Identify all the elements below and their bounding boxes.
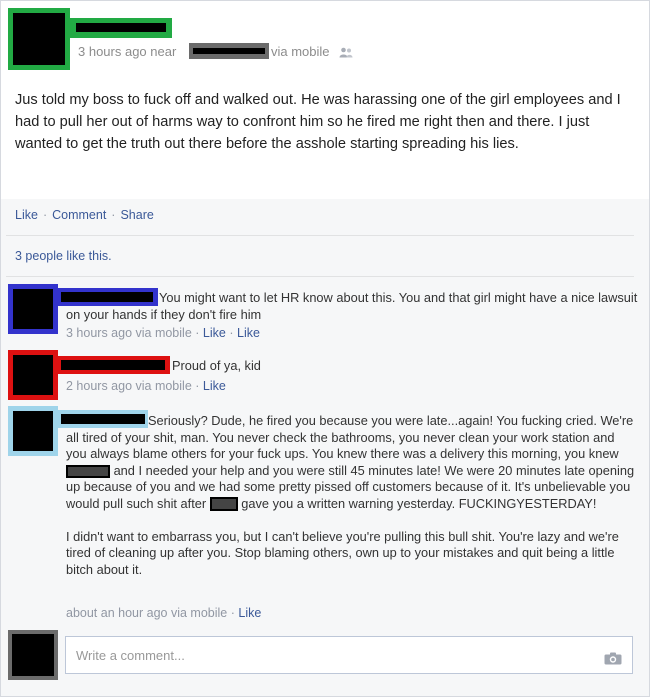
poster-avatar[interactable] xyxy=(8,8,70,70)
post-meta: 3 hours ago near xyxy=(78,44,176,59)
divider xyxy=(6,235,634,236)
comment-input[interactable] xyxy=(74,647,578,664)
poster-name-redaction[interactable] xyxy=(70,18,172,38)
comment-avatar[interactable] xyxy=(8,406,58,456)
comment-like-link[interactable]: Like xyxy=(203,379,226,393)
separator: · xyxy=(230,606,235,620)
comment-3-text: Seriously? Dude, he fired you because yo… xyxy=(66,413,636,578)
location-redaction[interactable] xyxy=(189,43,269,59)
comment-composer[interactable] xyxy=(65,636,633,674)
like-link[interactable]: Like xyxy=(15,208,38,222)
comment-time[interactable]: 2 hours ago via mobile xyxy=(66,379,192,393)
separator: · xyxy=(111,208,116,222)
comment-time[interactable]: 3 hours ago via mobile xyxy=(66,326,192,340)
post-actions: Like · Comment · Share xyxy=(15,208,154,222)
comment-body: I didn't want to embarrass you, but I ca… xyxy=(66,528,619,577)
separator: · xyxy=(42,208,48,222)
comment-2-meta: 2 hours ago via mobile · Like xyxy=(66,379,226,393)
friends-icon[interactable] xyxy=(339,47,353,58)
comment-avatar[interactable] xyxy=(8,350,58,400)
comment-1-text: You might want to let HR know about this… xyxy=(66,290,638,323)
comment-3-meta: about an hour ago via mobile · Like xyxy=(66,606,261,620)
comment-body: Seriously? Dude, he fired you because yo… xyxy=(66,413,634,461)
name-redaction xyxy=(209,497,238,512)
comment-time[interactable]: about an hour ago via mobile xyxy=(66,606,227,620)
post-via: via mobile xyxy=(271,44,330,59)
comment-avatar[interactable] xyxy=(8,284,58,334)
comment-2-text: Proud of ya, kid xyxy=(172,358,261,373)
comment-link[interactable]: Comment xyxy=(52,208,106,222)
commenter-name-redaction[interactable] xyxy=(58,356,170,374)
name-redaction xyxy=(66,464,110,478)
comment-like-link[interactable]: Like xyxy=(238,606,261,620)
post-time[interactable]: 3 hours ago near xyxy=(78,44,176,59)
separator: · xyxy=(229,326,234,340)
comment-body: You might want to let HR know about this… xyxy=(66,290,638,322)
comment-like-link[interactable]: Like xyxy=(203,326,226,340)
post-text: Jus told my boss to fuck off and walked … xyxy=(15,92,621,152)
separator: · xyxy=(195,379,200,393)
divider xyxy=(6,276,634,277)
camera-icon[interactable] xyxy=(604,652,622,665)
composer-avatar xyxy=(8,630,58,680)
comment-1-meta: 3 hours ago via mobile · Like · Like xyxy=(66,326,260,340)
separator: · xyxy=(195,326,200,340)
likes-summary[interactable]: 3 people like this. xyxy=(15,249,112,263)
share-link[interactable]: Share xyxy=(120,208,153,222)
comment-body: gave you a written warning yesterday. FU… xyxy=(241,495,597,511)
facebook-post: 3 hours ago near via mobile Jus told my … xyxy=(0,0,650,697)
comment-like-link[interactable]: Like xyxy=(237,326,260,340)
